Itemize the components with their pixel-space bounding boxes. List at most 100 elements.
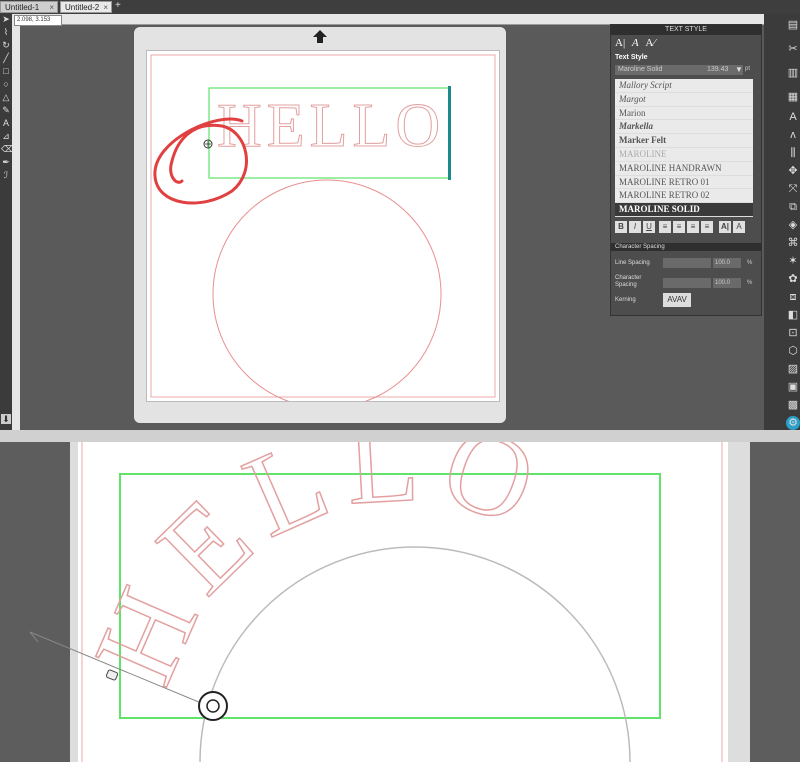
align-right-icon[interactable]: ≡ — [687, 221, 699, 233]
align-icon[interactable]: ⫼ — [786, 146, 800, 160]
text-style-tabs: A| A A⁄ — [615, 37, 675, 51]
sketch-icon[interactable]: ✿ — [786, 272, 800, 286]
knife-tool-icon[interactable]: ⊿ — [1, 131, 11, 141]
design-page[interactable]: HELLO — [146, 50, 500, 409]
underline-button[interactable]: U — [643, 221, 655, 233]
char-spacing-unit: % — [747, 280, 753, 286]
text-on-path-icon[interactable]: ʌ — [786, 128, 800, 142]
line-spacing-value[interactable]: 100.0 — [713, 258, 741, 268]
font-list[interactable]: Mallory Script Margot Marion Markella Ma… — [615, 79, 753, 217]
select-tool-icon[interactable]: ➤ — [1, 14, 11, 24]
cursor-coordinates: 2.098, 3.153 — [14, 15, 62, 26]
close-tab-icon[interactable]: × — [49, 2, 54, 14]
size-dropdown-icon[interactable]: ▼ — [735, 65, 743, 74]
send-icon[interactable]: ✂ — [786, 42, 800, 56]
screenshot-divider — [0, 430, 800, 442]
polygon-tool-icon[interactable]: △ — [1, 92, 11, 102]
modify-icon[interactable]: ⧉ — [786, 200, 800, 214]
pencil-tool-icon[interactable]: ✎ — [1, 105, 11, 115]
eyedropper-tool-icon[interactable]: ℐ — [1, 170, 11, 180]
transform-icon[interactable]: ⤧ — [786, 182, 800, 196]
zoom-circle-path[interactable] — [199, 546, 631, 762]
line-spacing-slider[interactable] — [663, 258, 711, 268]
circle-path[interactable] — [212, 179, 442, 409]
rectangle-tool-icon[interactable]: □ — [1, 66, 11, 76]
replicate-icon[interactable]: ✥ — [786, 164, 800, 178]
line-tool-icon[interactable]: ╱ — [1, 53, 11, 63]
kerning-label: Kerning — [615, 297, 636, 303]
add-tab-button[interactable]: + — [115, 0, 121, 11]
library-icon[interactable]: ▥ — [786, 66, 800, 80]
eraser-tool-icon[interactable]: ⌫ — [1, 144, 14, 154]
document-tab-bar: Untitled-1 × Untitled-2 × + — [0, 0, 800, 14]
text-tool-icon[interactable]: A — [1, 118, 11, 128]
edit-points-icon[interactable]: ⌇ — [1, 27, 11, 37]
grid-icon[interactable]: ▦ — [786, 90, 800, 104]
italic-button[interactable]: I — [629, 221, 641, 233]
font-list-item-selected[interactable]: MAROLINE SOLID — [615, 203, 753, 217]
char-spacing-value[interactable]: 100.0 — [713, 278, 741, 288]
format-toolbar: B I U ≡ ≡ ≡ ≡ A| A — [615, 221, 757, 235]
font-list-item[interactable]: Markella — [615, 120, 753, 135]
text-on-path-tab-icon[interactable]: A — [632, 37, 639, 49]
font-list-item[interactable]: MAROLINE HANDRAWN — [615, 162, 753, 176]
offset-icon[interactable]: ◈ — [786, 218, 800, 232]
pen-tool-icon[interactable]: ✒ — [1, 157, 11, 167]
align-justify-icon[interactable]: ≡ — [701, 221, 713, 233]
feed-up-arrow-icon[interactable] — [312, 29, 328, 45]
text-resize-handle[interactable] — [448, 86, 451, 180]
store-icon[interactable]: ▨ — [786, 362, 800, 376]
design-canvas[interactable]: HELLO — [147, 51, 499, 409]
fill-icon[interactable]: ◧ — [786, 308, 800, 322]
zoomed-design[interactable]: HELLO — [0, 442, 800, 762]
text-style-panel: TEXT STYLE A| A A⁄ Text Style Maroline S… — [610, 24, 762, 316]
bold-button[interactable]: B — [615, 221, 627, 233]
tab-label: Untitled-2 — [65, 3, 100, 12]
tab-untitled-2[interactable]: Untitled-2 × — [60, 1, 112, 13]
char-spacing-slider[interactable] — [663, 278, 711, 288]
font-name-field[interactable]: Maroline Solid — [615, 65, 706, 75]
help-icon[interactable]: ⚙ — [786, 416, 800, 430]
section-label: Text Style — [615, 54, 648, 61]
import-icon[interactable]: ⬇ — [1, 414, 11, 424]
vertical-ruler — [12, 24, 20, 430]
image-effects-icon[interactable]: ▩ — [786, 398, 800, 412]
tab-label: Untitled-1 — [5, 3, 40, 12]
text-style-tab-icon[interactable]: A| — [615, 37, 625, 49]
font-list-item[interactable]: Marion — [615, 107, 753, 121]
align-left-icon[interactable]: ≡ — [659, 221, 671, 233]
align-center-icon[interactable]: ≡ — [673, 221, 685, 233]
trace-icon[interactable]: ⌘ — [786, 236, 800, 250]
3d-icon[interactable]: ⬡ — [786, 344, 800, 358]
page-setup-icon[interactable]: ▤ — [786, 18, 800, 32]
font-list-item[interactable]: MAROLINE RETRO 02 — [615, 189, 753, 204]
ellipse-tool-icon[interactable]: ○ — [1, 79, 11, 89]
lasso-icon[interactable]: ↻ — [1, 40, 11, 50]
text-direction-icon[interactable]: A| — [719, 221, 731, 233]
line-style-icon[interactable]: ⊡ — [786, 326, 800, 340]
panel-title: TEXT STYLE — [611, 25, 761, 35]
font-list-item[interactable]: MAROLINE — [615, 148, 753, 162]
vertical-text-icon[interactable]: A — [733, 221, 745, 233]
font-list-item[interactable]: Mallory Script — [615, 79, 753, 93]
layers-icon[interactable]: ⧈ — [786, 290, 800, 304]
left-toolbar: ➤ ⌇ ↻ ╱ □ ○ △ ✎ A ⊿ ⌫ ✒ ℐ ⬇ — [0, 14, 14, 430]
char-spacing-label-1: Character — [615, 275, 642, 281]
text-style-icon[interactable]: A — [786, 110, 800, 124]
close-tab-icon[interactable]: × — [103, 2, 108, 14]
text-warp-tab-icon[interactable]: A⁄ — [645, 37, 655, 49]
rotation-handle[interactable] — [105, 669, 119, 681]
tab-untitled-1[interactable]: Untitled-1 × — [0, 1, 58, 13]
font-list-item[interactable]: Margot — [615, 93, 753, 107]
kerning-button[interactable]: AVAV — [663, 293, 691, 307]
font-list-item[interactable]: MAROLINE RETRO 01 — [615, 176, 753, 190]
star-icon[interactable]: ✶ — [786, 254, 800, 268]
print-cut-icon[interactable]: ▣ — [786, 380, 800, 394]
start-point-handle[interactable] — [198, 691, 228, 721]
right-panel-dock: ▤ ✂ ▥ ▦ A ʌ ⫼ ✥ ⤧ ⧉ ◈ ⌘ ✶ ✿ ⧈ ◧ ⊡ ⬡ ▨ ▣ … — [764, 14, 800, 430]
line-spacing-unit: % — [747, 260, 753, 266]
font-size-unit: pt — [745, 66, 751, 72]
hello-text[interactable]: HELLO — [217, 92, 445, 161]
annotation-circle — [153, 117, 248, 205]
font-list-item[interactable]: Marker Felt — [615, 134, 753, 148]
